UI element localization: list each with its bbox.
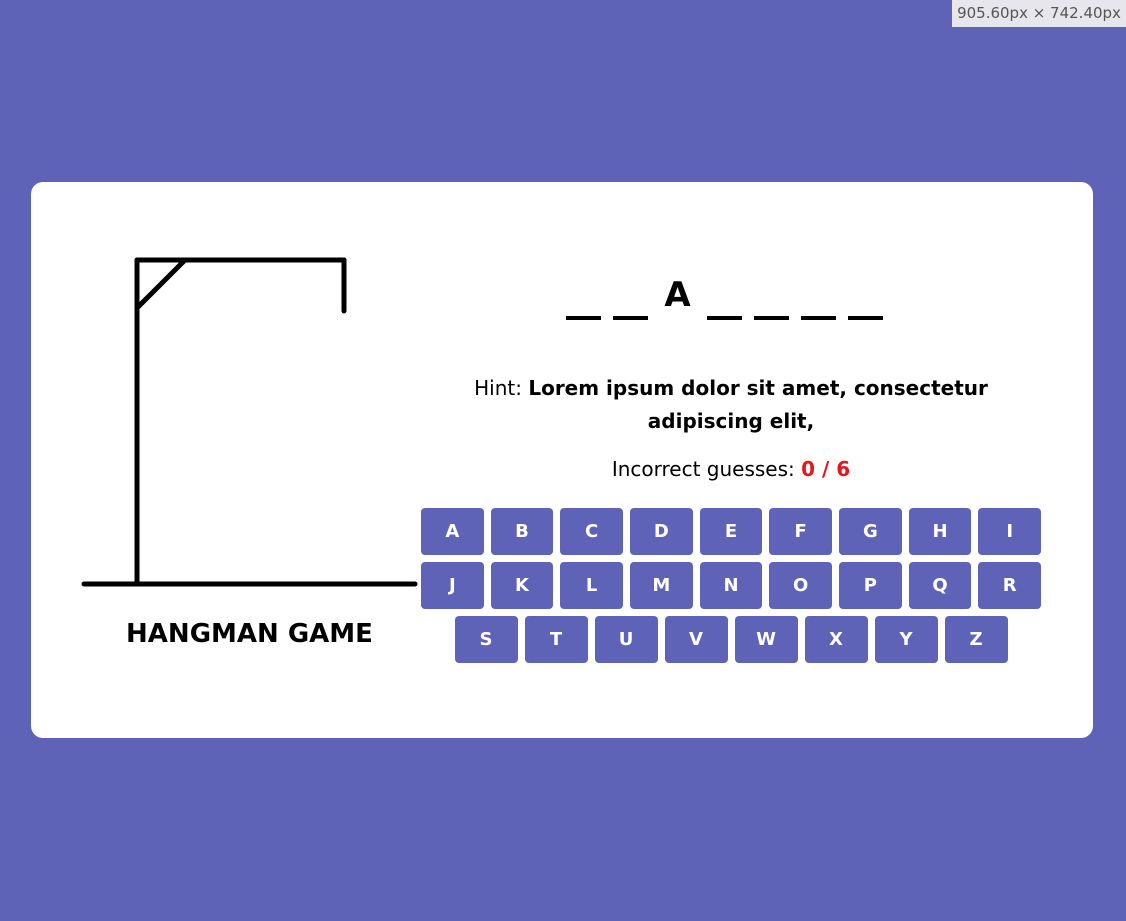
key-r-button[interactable]: R: [978, 562, 1042, 609]
key-v-button[interactable]: V: [664, 616, 728, 663]
letter-slot: [566, 270, 601, 320]
letter-slot: [754, 270, 789, 320]
key-c-button[interactable]: C: [560, 508, 623, 555]
game-card: HANGMAN GAME A Hint: Lorem ipsum dolor s…: [31, 182, 1093, 738]
key-d-button[interactable]: D: [630, 508, 693, 555]
letter-slot: [613, 270, 648, 320]
incorrect-guesses-count: 0 / 6: [801, 457, 851, 481]
key-e-button[interactable]: E: [699, 508, 763, 555]
incorrect-guesses-label: Incorrect guesses:: [611, 457, 802, 481]
key-q-button[interactable]: Q: [908, 562, 972, 609]
key-w-button[interactable]: W: [734, 616, 798, 663]
key-k-button[interactable]: K: [490, 562, 554, 609]
viewport-size-badge: 905.60px × 742.40px: [952, 0, 1126, 27]
letter-keyboard: ABCDEFGHI JKLMNOPQR STUVWXYZ: [420, 508, 1042, 670]
key-f-button[interactable]: F: [769, 508, 833, 555]
game-title: HANGMAN GAME: [126, 619, 373, 649]
key-n-button[interactable]: N: [699, 562, 763, 609]
key-m-button[interactable]: M: [630, 562, 693, 609]
key-g-button[interactable]: G: [839, 508, 902, 555]
key-b-button[interactable]: B: [490, 508, 554, 555]
letter-slot: A: [664, 275, 691, 315]
key-x-button[interactable]: X: [804, 616, 868, 663]
incorrect-guesses: Incorrect guesses: 0 / 6: [461, 457, 1001, 481]
key-y-button[interactable]: Y: [874, 616, 938, 663]
gallows-drawing: [81, 257, 418, 587]
letter-slot: [801, 270, 836, 320]
hint-text: Lorem ipsum dolor sit amet, consectetur …: [528, 376, 988, 433]
keyboard-row: STUVWXYZ: [421, 616, 1041, 663]
key-j-button[interactable]: J: [420, 562, 484, 609]
keyboard-row: ABCDEFGHI: [420, 508, 1042, 555]
key-a-button[interactable]: A: [420, 508, 484, 555]
letter-slot: [707, 270, 742, 320]
key-l-button[interactable]: L: [560, 562, 623, 609]
gallows-brace: [134, 257, 188, 311]
keyboard-row: JKLMNOPQR: [420, 562, 1042, 609]
letter-slot: [848, 270, 883, 320]
key-u-button[interactable]: U: [594, 616, 658, 663]
hint: Hint: Lorem ipsum dolor sit amet, consec…: [461, 372, 1001, 438]
key-z-button[interactable]: Z: [944, 616, 1008, 663]
key-s-button[interactable]: S: [454, 616, 518, 663]
key-h-button[interactable]: H: [908, 508, 972, 555]
key-i-button[interactable]: I: [978, 508, 1042, 555]
word-display: A: [566, 270, 883, 320]
key-o-button[interactable]: O: [769, 562, 833, 609]
key-t-button[interactable]: T: [524, 616, 588, 663]
hint-label: Hint:: [474, 376, 529, 400]
key-p-button[interactable]: P: [839, 562, 902, 609]
